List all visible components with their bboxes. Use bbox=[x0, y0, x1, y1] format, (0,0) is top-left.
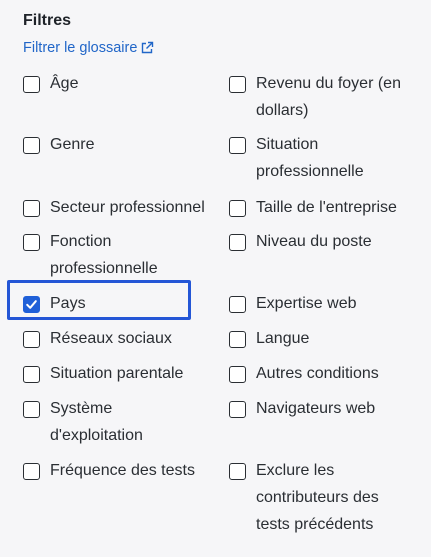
filter-option-label: Revenu du foyer (en dollars) bbox=[256, 75, 401, 119]
filter-option-autres-conditions[interactable]: Autres conditions bbox=[229, 364, 416, 387]
checkbox-exclure-contributeurs[interactable] bbox=[229, 463, 246, 480]
checkbox-expertise-web[interactable] bbox=[229, 296, 246, 313]
filter-option-navigateurs-web[interactable]: Navigateurs web bbox=[229, 399, 416, 422]
external-link-icon[interactable] bbox=[140, 41, 154, 55]
filter-option-label: Exclure les contributeurs des tests préc… bbox=[256, 462, 379, 533]
filter-option-langue[interactable]: Langue bbox=[229, 329, 416, 352]
filter-option-niveau-du-poste[interactable]: Niveau du poste bbox=[229, 232, 416, 255]
checkbox-niveau-du-poste[interactable] bbox=[229, 234, 246, 251]
checkbox-fonction-professionnelle[interactable] bbox=[23, 234, 40, 251]
highlight-annotation-box bbox=[7, 280, 191, 320]
checkbox-systeme-exploitation[interactable] bbox=[23, 401, 40, 418]
filter-option-label: Réseaux sociaux bbox=[50, 330, 172, 347]
filters-panel: Filtres Filtrer le glossaire Âge Genre S… bbox=[0, 0, 431, 557]
filters-title: Filtres bbox=[23, 12, 72, 29]
checkbox-frequence-des-tests[interactable] bbox=[23, 463, 40, 480]
checkbox-navigateurs-web[interactable] bbox=[229, 401, 246, 418]
filter-option-label: Expertise web bbox=[256, 295, 357, 312]
filter-option-age[interactable]: Âge bbox=[23, 74, 225, 97]
filter-option-secteur-professionnel[interactable]: Secteur professionnel bbox=[23, 198, 240, 221]
filter-option-label: Navigateurs web bbox=[256, 400, 376, 417]
filter-option-label: Situation professionnelle bbox=[256, 136, 364, 180]
filter-option-label: Taille de l'entreprise bbox=[256, 199, 397, 216]
checkbox-reseaux-sociaux[interactable] bbox=[23, 331, 40, 348]
filter-option-label: Système d'exploitation bbox=[50, 400, 143, 444]
filter-option-label: Fréquence des tests bbox=[50, 462, 195, 479]
checkbox-genre[interactable] bbox=[23, 137, 40, 154]
filter-option-expertise-web[interactable]: Expertise web bbox=[229, 294, 416, 317]
filter-glossary-link[interactable]: Filtrer le glossaire bbox=[23, 39, 154, 57]
filter-option-label: Secteur professionnel bbox=[50, 199, 205, 216]
checkbox-age[interactable] bbox=[23, 76, 40, 93]
checkbox-autres-conditions[interactable] bbox=[229, 366, 246, 383]
filter-option-systeme-exploitation[interactable]: Système d'exploitation bbox=[23, 399, 180, 449]
checkbox-secteur-professionnel[interactable] bbox=[23, 200, 40, 217]
checkbox-taille-entreprise[interactable] bbox=[229, 200, 246, 217]
filter-option-label: Âge bbox=[50, 75, 79, 92]
filter-option-label: Autres conditions bbox=[256, 365, 379, 382]
checkbox-langue[interactable] bbox=[229, 331, 246, 348]
filter-option-label: Situation parentale bbox=[50, 365, 184, 382]
filter-option-label: Fonction professionnelle bbox=[50, 233, 158, 277]
filter-option-revenu-du-foyer[interactable]: Revenu du foyer (en dollars) bbox=[229, 74, 421, 124]
filter-option-situation-parentale[interactable]: Situation parentale bbox=[23, 364, 225, 387]
filter-option-exclure-contributeurs[interactable]: Exclure les contributeurs des tests préc… bbox=[229, 461, 406, 538]
checkbox-revenu-du-foyer[interactable] bbox=[229, 76, 246, 93]
filter-option-frequence-des-tests[interactable]: Fréquence des tests bbox=[23, 461, 225, 484]
checkbox-situation-parentale[interactable] bbox=[23, 366, 40, 383]
filter-option-reseaux-sociaux[interactable]: Réseaux sociaux bbox=[23, 329, 225, 352]
filter-option-label: Langue bbox=[256, 330, 310, 347]
filter-option-label: Niveau du poste bbox=[256, 233, 372, 250]
filter-option-taille-entreprise[interactable]: Taille de l'entreprise bbox=[229, 198, 431, 221]
filter-option-fonction-professionnelle[interactable]: Fonction professionnelle bbox=[23, 232, 210, 282]
filter-option-genre[interactable]: Genre bbox=[23, 135, 225, 158]
filter-option-situation-professionnelle[interactable]: Situation professionnelle bbox=[229, 135, 396, 185]
filter-option-label: Genre bbox=[50, 136, 95, 153]
checkbox-situation-professionnelle[interactable] bbox=[229, 137, 246, 154]
filter-glossary-label[interactable]: Filtrer le glossaire bbox=[23, 39, 137, 57]
